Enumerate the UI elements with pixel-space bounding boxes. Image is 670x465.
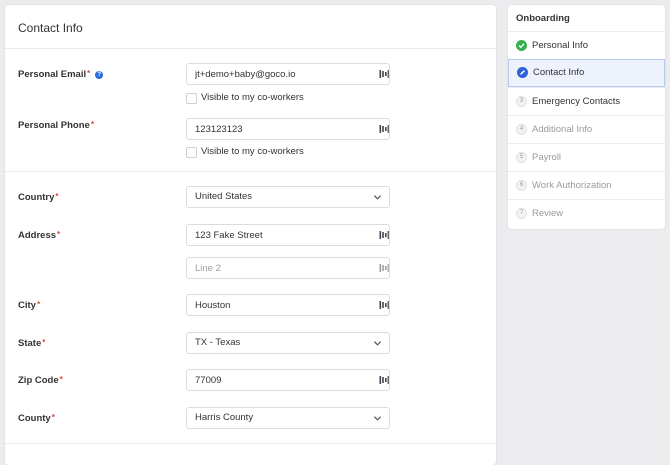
chevron-down-icon [373, 416, 382, 421]
step-emergency-contacts[interactable]: 3 Emergency Contacts [508, 87, 665, 115]
state-select[interactable]: TX - Texas [186, 332, 390, 354]
divider [5, 171, 496, 172]
required-mark: * [90, 120, 94, 129]
county-label: County* [18, 413, 55, 424]
required-mark: * [57, 230, 61, 239]
city-label: City* [18, 300, 41, 311]
city-input[interactable] [186, 294, 390, 316]
keyboard-icon[interactable] [379, 300, 389, 310]
phone-visible-checkbox[interactable] [186, 147, 197, 158]
address-line1-input[interactable] [186, 224, 390, 246]
country-select[interactable]: United States [186, 186, 390, 208]
state-value: TX - Texas [195, 337, 241, 348]
country-value: United States [195, 191, 253, 202]
required-mark: * [87, 69, 91, 78]
chevron-down-icon [373, 341, 382, 346]
help-icon[interactable]: ? [95, 71, 104, 79]
keyboard-icon[interactable] [379, 375, 389, 385]
required-mark: * [42, 338, 46, 347]
keyboard-icon[interactable] [379, 230, 389, 240]
keyboard-icon[interactable] [379, 124, 389, 134]
divider [5, 48, 496, 49]
chevron-down-icon [373, 195, 382, 200]
zip-code-label: Zip Code* [18, 375, 63, 386]
step-number: 5 [516, 152, 527, 163]
required-mark: * [36, 300, 41, 309]
keyboard-icon[interactable] [379, 263, 389, 273]
personal-phone-label: Personal Phone* [18, 120, 94, 131]
country-label: Country* [18, 192, 59, 203]
step-number: 3 [516, 96, 527, 107]
step-number: 7 [516, 208, 527, 219]
checkmark-icon [516, 40, 527, 51]
required-mark: * [51, 413, 55, 422]
divider [5, 443, 496, 444]
zip-code-input[interactable] [186, 369, 390, 391]
sidebar-title: Onboarding [516, 13, 570, 24]
address-label: Address* [18, 230, 61, 241]
step-personal-info[interactable]: Personal Info [508, 31, 665, 59]
contact-info-card: Contact Info Personal Email*? Visible to… [5, 5, 496, 465]
step-number: 6 [516, 180, 527, 191]
email-visible-checkbox[interactable] [186, 93, 197, 104]
required-mark: * [55, 192, 59, 201]
step-additional-info: 4 Additional Info [508, 115, 665, 143]
pencil-icon [517, 67, 528, 78]
personal-email-label: Personal Email*? [18, 69, 104, 80]
required-mark: * [59, 375, 63, 384]
keyboard-icon[interactable] [379, 69, 389, 79]
phone-visible-label: Visible to my co-workers [201, 146, 304, 157]
county-select[interactable]: Harris County [186, 407, 390, 429]
state-label: State* [18, 338, 46, 349]
step-payroll: 5 Payroll [508, 143, 665, 171]
personal-phone-input[interactable] [186, 118, 390, 140]
step-review: 7 Review [508, 199, 665, 227]
county-value: Harris County [195, 412, 254, 423]
address-line2-input[interactable] [186, 257, 390, 279]
onboarding-sidebar: Onboarding Personal Info Contact Info 3 … [508, 5, 665, 229]
step-contact-info[interactable]: Contact Info [508, 59, 665, 87]
step-number: 4 [516, 124, 527, 135]
page-title: Contact Info [18, 21, 83, 35]
personal-email-input[interactable] [186, 63, 390, 85]
step-work-authorization: 6 Work Authorization [508, 171, 665, 199]
email-visible-label: Visible to my co-workers [201, 92, 304, 103]
